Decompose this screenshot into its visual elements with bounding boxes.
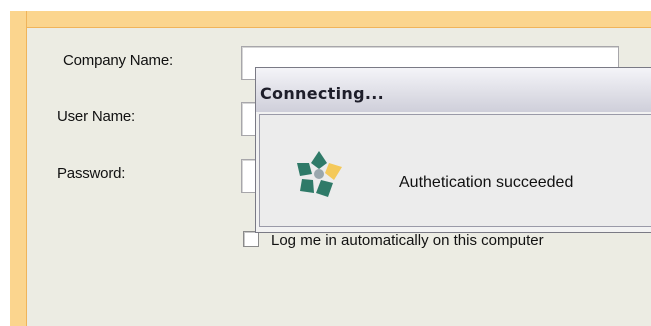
app-logo-icon — [297, 151, 342, 197]
connecting-dialog: Connecting... Authetication succeeded — [255, 67, 651, 233]
dialog-body: Authetication succeeded — [259, 114, 651, 227]
auto-login-label[interactable]: Log me in automatically on this computer — [271, 232, 544, 249]
auto-login-checkbox[interactable] — [243, 231, 259, 247]
company-name-label: Company Name: — [63, 52, 173, 69]
user-name-label: User Name: — [57, 108, 136, 125]
status-message: Authetication succeeded — [399, 174, 574, 191]
window-frame-top — [10, 11, 651, 28]
dialog-title: Connecting... — [260, 84, 384, 103]
password-label: Password: — [57, 165, 126, 182]
dialog-title-bar[interactable]: Connecting... — [256, 68, 651, 112]
window-frame-left — [10, 11, 27, 326]
